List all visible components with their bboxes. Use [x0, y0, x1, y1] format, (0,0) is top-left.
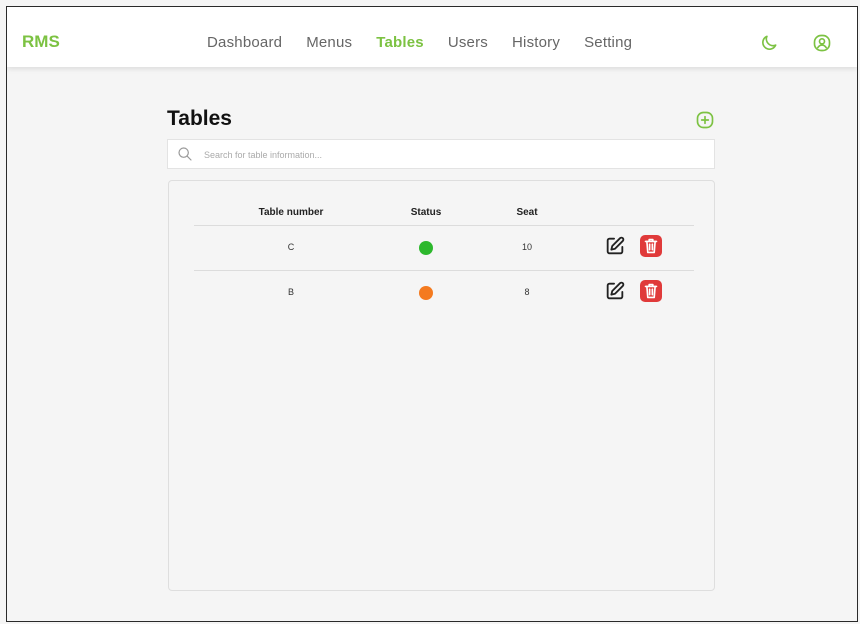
- status-indicator: [419, 286, 433, 300]
- trash-icon[interactable]: [640, 235, 662, 257]
- search-bar: [167, 139, 715, 169]
- table-number-cell: C: [287, 242, 295, 252]
- nav-link-dashboard[interactable]: Dashboard: [207, 34, 282, 51]
- seat-cell: 8: [524, 287, 530, 297]
- edit-icon[interactable]: [604, 235, 626, 257]
- header-table-number: Table number: [258, 207, 324, 218]
- nav-link-menus[interactable]: Menus: [306, 34, 352, 51]
- brand-logo[interactable]: RMS: [22, 32, 60, 52]
- nav-link-users[interactable]: Users: [448, 34, 488, 51]
- trash-icon[interactable]: [640, 280, 662, 302]
- search-input[interactable]: [204, 146, 704, 164]
- table-row: B 8: [194, 270, 694, 315]
- top-navbar: RMS Dashboard Menus Tables Users History…: [7, 7, 857, 67]
- seat-cell: 10: [521, 242, 533, 252]
- table-number-cell: B: [287, 287, 295, 297]
- app-window: RMS Dashboard Menus Tables Users History…: [6, 6, 858, 622]
- tables-card: Table number Status Seat C 10 B 8: [168, 180, 715, 591]
- add-table-button[interactable]: [695, 110, 715, 130]
- page-title: Tables: [167, 107, 232, 130]
- user-circle-icon[interactable]: [812, 33, 832, 53]
- nav-links: Dashboard Menus Tables Users History Set…: [207, 34, 656, 51]
- nav-link-history[interactable]: History: [512, 34, 560, 51]
- edit-icon[interactable]: [604, 280, 626, 302]
- moon-icon[interactable]: [759, 33, 779, 53]
- header-seat: Seat: [516, 207, 538, 218]
- nav-link-tables[interactable]: Tables: [376, 34, 424, 51]
- table-row: C 10: [194, 225, 694, 270]
- status-indicator: [419, 241, 433, 255]
- search-icon: [178, 147, 192, 161]
- header-status: Status: [410, 207, 442, 218]
- nav-link-setting[interactable]: Setting: [584, 34, 632, 51]
